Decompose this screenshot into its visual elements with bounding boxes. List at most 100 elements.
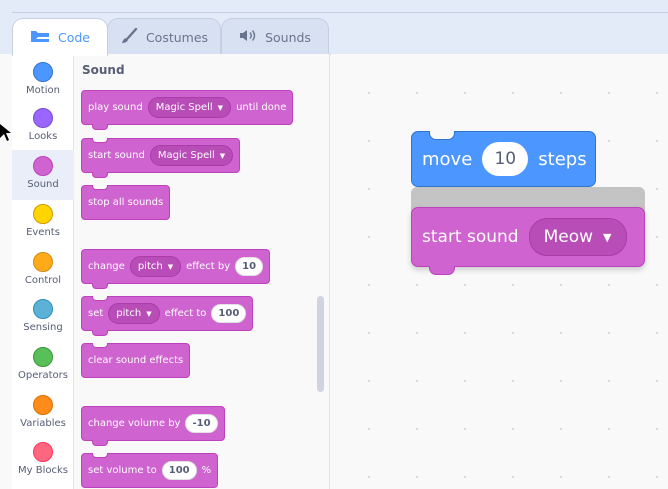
stop-all-sounds-block[interactable]: stop all sounds bbox=[81, 185, 171, 220]
block-tab bbox=[92, 124, 108, 130]
block-text: clear sound effects bbox=[88, 355, 184, 366]
shadow-tab bbox=[428, 187, 454, 196]
speaker-icon bbox=[239, 29, 257, 45]
category-control-label: Control bbox=[24, 275, 62, 286]
tab-bar-divider bbox=[12, 12, 668, 13]
effect-menu[interactable]: pitch ▼ bbox=[108, 303, 160, 324]
block-text: move bbox=[422, 148, 473, 170]
category-sensing[interactable]: Sensing bbox=[12, 295, 74, 341]
category-sensing-label: Sensing bbox=[23, 322, 63, 333]
block-text: steps bbox=[538, 148, 587, 170]
category-motion[interactable]: Motion bbox=[12, 58, 74, 104]
block-notch bbox=[92, 453, 108, 458]
category-operators-label: Operators bbox=[18, 370, 68, 381]
category-variables[interactable]: Variables bbox=[12, 391, 74, 437]
block-text: play sound bbox=[88, 102, 143, 113]
block-notch bbox=[92, 343, 108, 348]
sound-menu-value: Magic Spell bbox=[157, 150, 215, 161]
block-tab bbox=[429, 266, 455, 275]
block-text: start sound bbox=[422, 227, 519, 247]
block-text: until done bbox=[236, 102, 287, 113]
effect-menu-value: pitch bbox=[137, 261, 163, 272]
block-text: change volume by bbox=[88, 418, 181, 429]
tab-sounds-label: Sounds bbox=[265, 29, 311, 45]
block-text: set volume to bbox=[88, 465, 157, 476]
set-volume-block[interactable]: set volume to 100 % bbox=[81, 453, 219, 488]
category-events-label: Events bbox=[26, 227, 60, 238]
palette-scrollbar[interactable] bbox=[317, 296, 324, 392]
block-palette: Sound play sound Magic Spell ▼ until don… bbox=[74, 54, 330, 489]
tab-code-label: Code bbox=[57, 30, 90, 45]
tab-sounds[interactable]: Sounds bbox=[221, 18, 329, 55]
sound-menu[interactable]: Magic Spell ▼ bbox=[149, 145, 234, 166]
block-text: change bbox=[88, 261, 125, 272]
category-variables-label: Variables bbox=[20, 418, 66, 429]
block-text: effect to bbox=[164, 308, 207, 319]
move-steps-block[interactable]: move 10 steps bbox=[411, 131, 596, 187]
category-motion-label: Motion bbox=[26, 85, 60, 96]
caret-down-icon: ▼ bbox=[219, 151, 226, 160]
palette-heading: Sound bbox=[82, 63, 125, 77]
category-my-blocks-label: My Blocks bbox=[18, 465, 68, 476]
category-control[interactable]: Control bbox=[12, 248, 74, 294]
sound-menu-value: Meow bbox=[543, 227, 594, 247]
category-operators[interactable]: Operators bbox=[12, 343, 74, 389]
clear-sound-effects-block[interactable]: clear sound effects bbox=[81, 343, 191, 378]
caret-down-icon: ▼ bbox=[146, 309, 152, 318]
code-icon bbox=[30, 30, 50, 46]
caret-down-icon: ▼ bbox=[217, 103, 224, 112]
category-motion-dot bbox=[33, 62, 53, 82]
steps-input[interactable]: 10 bbox=[482, 142, 529, 176]
brush-icon bbox=[120, 27, 138, 47]
start-sound-script-block[interactable]: start sound Meow ▼ bbox=[411, 207, 645, 275]
effect-value-input[interactable]: 100 bbox=[211, 304, 247, 323]
sound-menu[interactable]: Magic Spell ▼ bbox=[147, 97, 232, 118]
script-area[interactable]: move 10 steps start sound Meow ▼ bbox=[331, 54, 668, 489]
start-sound-block[interactable]: start sound Magic Spell ▼ bbox=[81, 138, 241, 178]
block-notch bbox=[92, 185, 108, 190]
block-tab bbox=[92, 330, 108, 336]
play-sound-until-done-block[interactable]: play sound Magic Spell ▼ until done bbox=[81, 90, 294, 130]
category-events-dot bbox=[33, 204, 53, 224]
block-text: start sound bbox=[88, 150, 145, 161]
scratch-editor: Code Costumes Sounds Motion Looks Sound … bbox=[0, 0, 668, 489]
category-sound[interactable]: Sound bbox=[12, 150, 74, 200]
block-tab bbox=[92, 440, 108, 446]
tab-costumes[interactable]: Costumes bbox=[107, 18, 221, 55]
block-text: % bbox=[201, 465, 212, 476]
block-notch bbox=[92, 296, 108, 301]
block-text: stop all sounds bbox=[88, 197, 164, 208]
change-volume-block[interactable]: change volume by -10 bbox=[81, 406, 225, 446]
change-effect-block[interactable]: change pitch ▼ effect by 10 bbox=[81, 249, 271, 289]
category-sensing-dot bbox=[33, 299, 53, 319]
category-looks-label: Looks bbox=[28, 131, 58, 142]
sound-menu-value: Magic Spell bbox=[155, 102, 213, 113]
category-variables-dot bbox=[33, 395, 53, 415]
category-sound-label: Sound bbox=[27, 179, 59, 190]
tab-code[interactable]: Code bbox=[12, 18, 108, 56]
category-control-dot bbox=[33, 252, 53, 272]
set-effect-block[interactable]: set pitch ▼ effect to 100 bbox=[81, 296, 254, 336]
block-notch bbox=[429, 131, 455, 140]
volume-change-input[interactable]: -10 bbox=[185, 414, 218, 433]
effect-amount-input[interactable]: 10 bbox=[235, 257, 264, 276]
volume-value-input[interactable]: 100 bbox=[161, 461, 197, 480]
category-events[interactable]: Events bbox=[12, 200, 74, 246]
mouse-pointer-icon bbox=[0, 124, 11, 141]
caret-down-icon: ▼ bbox=[603, 230, 612, 244]
category-looks-dot bbox=[33, 108, 53, 128]
category-sound-dot bbox=[33, 156, 53, 176]
block-text: effect by bbox=[186, 261, 231, 272]
block-tab bbox=[92, 283, 108, 289]
category-my-blocks-dot bbox=[33, 442, 53, 462]
block-text: set bbox=[88, 308, 104, 319]
block-tab bbox=[92, 172, 108, 178]
category-operators-dot bbox=[33, 347, 53, 367]
tab-costumes-label: Costumes bbox=[145, 29, 209, 45]
effect-menu-value: pitch bbox=[116, 308, 142, 319]
category-looks[interactable]: Looks bbox=[12, 104, 74, 150]
category-my-blocks[interactable]: My Blocks bbox=[12, 438, 74, 484]
effect-menu[interactable]: pitch ▼ bbox=[129, 256, 182, 277]
sound-menu[interactable]: Meow ▼ bbox=[528, 218, 627, 256]
block-notch bbox=[92, 138, 108, 143]
